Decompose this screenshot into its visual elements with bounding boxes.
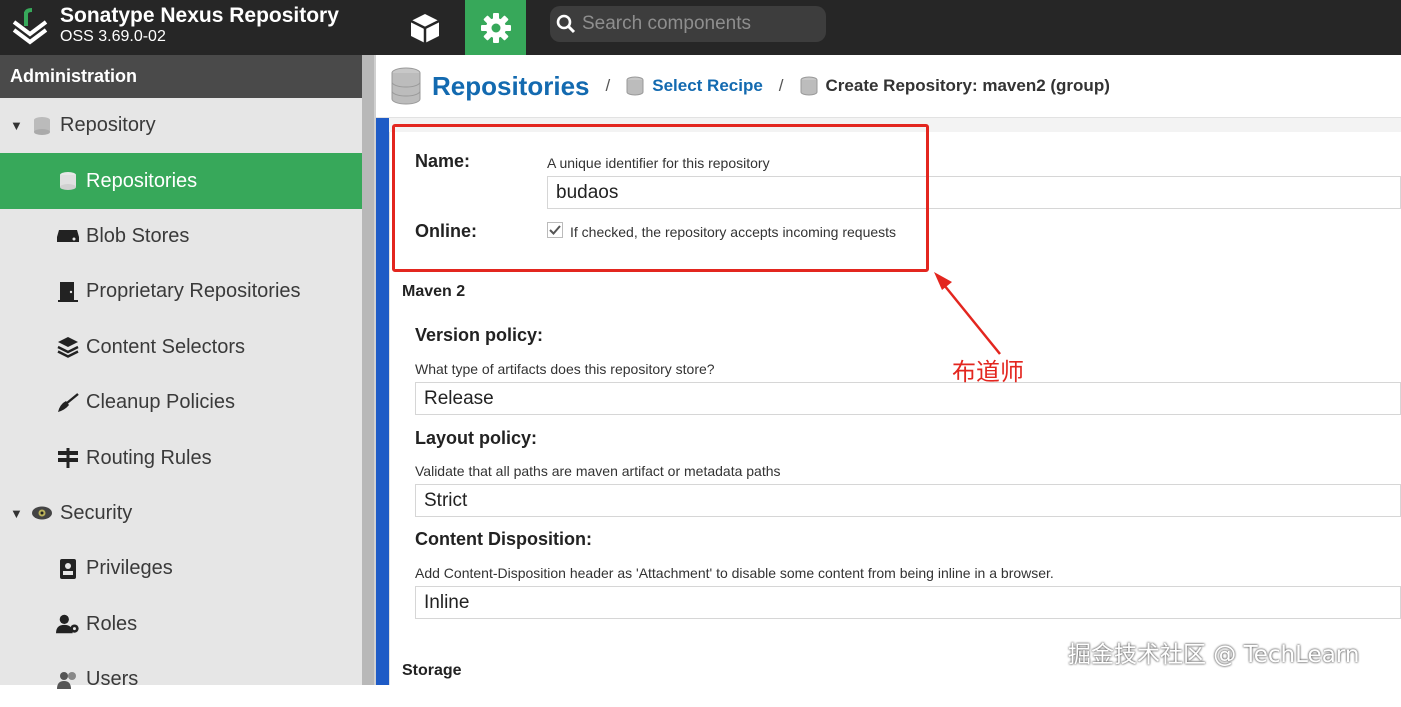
- sidebar-item-label: Blob Stores: [86, 224, 190, 247]
- version-policy-select[interactable]: Release: [415, 382, 1401, 415]
- database-icon: [391, 67, 421, 105]
- content-disposition-help: Add Content-Disposition header as 'Attac…: [415, 565, 1054, 581]
- breadcrumb-select-recipe[interactable]: Select Recipe: [652, 76, 763, 96]
- sidebar-group-label: Repository: [60, 114, 156, 137]
- content-disposition-label: Content Disposition:: [415, 529, 592, 549]
- sidebar-group-security[interactable]: ▼ Security: [0, 486, 362, 541]
- breadcrumb-current: Create Repository: maven2 (group): [825, 76, 1110, 95]
- sidebar-item-proprietary-repositories[interactable]: Proprietary Repositories: [0, 264, 362, 319]
- search-input[interactable]: [582, 13, 812, 35]
- caret-down-icon: ▼: [10, 118, 23, 134]
- breadcrumb-separator: /: [605, 76, 611, 95]
- layout-policy-label: Layout policy:: [415, 428, 538, 448]
- nexus-logo-icon: [12, 8, 48, 45]
- sidebar-item-label: Routing Rules: [86, 446, 212, 469]
- annotation-text: 布道师: [952, 358, 1024, 386]
- sidebar-item-label: Repositories: [86, 169, 198, 192]
- sidebar-item-label: Cleanup Policies: [86, 391, 235, 414]
- sidebar-title: Administration: [0, 55, 362, 98]
- database-icon: [56, 170, 80, 192]
- users-icon: [56, 669, 80, 691]
- storage-section-title: Storage: [402, 662, 462, 679]
- hard-drive-icon: [56, 225, 80, 247]
- door-icon: [56, 281, 80, 303]
- sidebar: Administration ▼ Repository Repositories…: [0, 55, 362, 690]
- version-policy-label: Version policy:: [415, 325, 544, 345]
- sidebar-item-label: Roles: [86, 612, 138, 635]
- version-policy-help: What type of artifacts does this reposit…: [415, 361, 715, 377]
- sidebar-item-roles[interactable]: Roles: [0, 597, 362, 652]
- sidebar-item-cleanup-policies[interactable]: Cleanup Policies: [0, 375, 362, 430]
- sidebar-item-content-selectors[interactable]: Content Selectors: [0, 320, 362, 375]
- page-title[interactable]: Repositories: [432, 71, 590, 102]
- browse-button[interactable]: [400, 0, 450, 55]
- breadcrumb-separator: /: [778, 76, 784, 95]
- app-version: OSS 3.69.0-02: [60, 28, 166, 45]
- brand[interactable]: Sonatype Nexus Repository OSS 3.69.0-02: [10, 4, 339, 48]
- database-icon: [800, 76, 818, 96]
- administration-button[interactable]: [465, 0, 526, 55]
- sidebar-item-privileges[interactable]: Privileges: [0, 541, 362, 596]
- sidebar-group-repository[interactable]: ▼ Repository: [0, 98, 362, 153]
- database-icon: [626, 76, 644, 96]
- maven-section-title: Maven 2: [402, 283, 466, 300]
- sidebar-scrollbar[interactable]: [362, 55, 374, 685]
- user-cog-icon: [56, 613, 80, 635]
- eye-icon: [30, 502, 54, 524]
- cube-icon: [410, 13, 440, 43]
- annotation-arrow: [934, 272, 1001, 355]
- sidebar-item-users[interactable]: Users: [0, 652, 362, 707]
- active-panel-indicator: [376, 118, 389, 685]
- layers-icon: [56, 336, 80, 359]
- app-name: Sonatype Nexus Repository: [60, 4, 339, 27]
- search-box[interactable]: [550, 6, 826, 42]
- sidebar-item-label: Proprietary Repositories: [86, 280, 301, 303]
- search-icon: [556, 14, 576, 34]
- layout-policy-help: Validate that all paths are maven artifa…: [415, 463, 781, 479]
- sidebar-item-label: Users: [86, 668, 139, 691]
- breadcrumb: Repositories / Select Recipe / Create Re…: [376, 55, 1401, 118]
- signpost-icon: [56, 447, 80, 469]
- sidebar-item-label: Privileges: [86, 557, 173, 580]
- gear-icon: [480, 12, 511, 43]
- content-disposition-select[interactable]: Inline: [415, 586, 1401, 619]
- sidebar-group-label: Security: [60, 501, 133, 524]
- sidebar-item-blob-stores[interactable]: Blob Stores: [0, 209, 362, 264]
- watermark: 掘金技术社区 @ TechLearn: [1068, 642, 1360, 668]
- top-header: Sonatype Nexus Repository OSS 3.69.0-02: [0, 0, 1401, 55]
- broom-icon: [56, 392, 80, 414]
- sidebar-item-repositories[interactable]: Repositories: [0, 153, 362, 209]
- highlight-box: [392, 124, 929, 272]
- sidebar-item-label: Content Selectors: [86, 335, 245, 358]
- sidebar-item-routing-rules[interactable]: Routing Rules: [0, 430, 362, 485]
- layout-policy-select[interactable]: Strict: [415, 484, 1401, 517]
- database-icon: [30, 115, 54, 137]
- id-badge-icon: [56, 558, 80, 580]
- caret-down-icon: ▼: [10, 505, 23, 521]
